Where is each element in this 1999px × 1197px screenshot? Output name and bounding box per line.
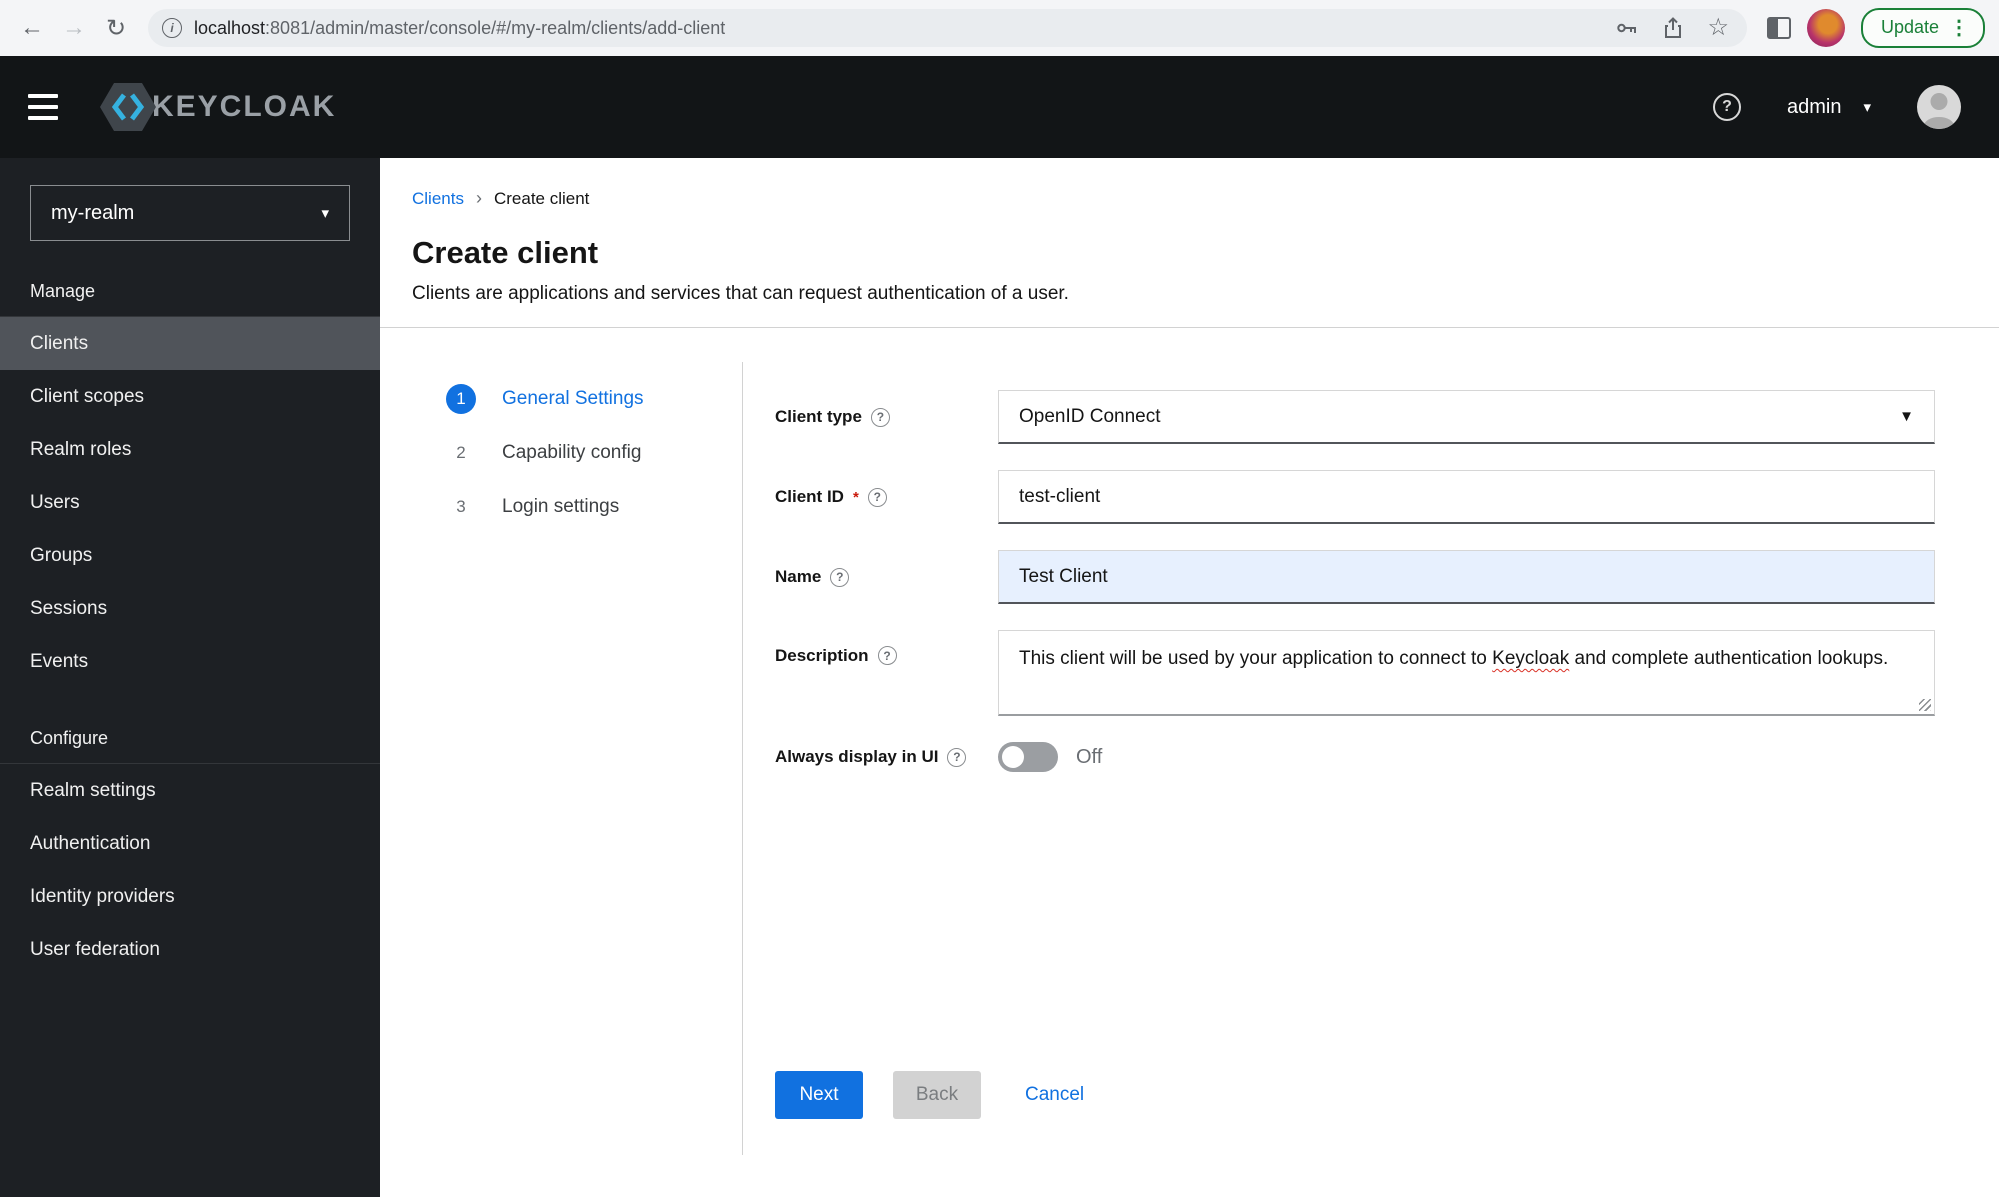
name-input[interactable] (998, 550, 1935, 604)
always-display-label: Always display in UI (775, 747, 939, 766)
sidebar-item-groups[interactable]: Groups (0, 529, 380, 582)
realm-name: my-realm (51, 201, 135, 224)
nav-toggle-button[interactable] (26, 90, 60, 124)
wizard-step-general-settings[interactable]: 1 General Settings (446, 384, 742, 414)
password-key-icon[interactable] (1615, 16, 1639, 40)
always-display-help-icon[interactable]: ? (947, 747, 967, 767)
breadcrumb-chevron-right-icon: › (475, 188, 482, 208)
browser-forward-icon[interactable]: → (56, 10, 92, 46)
always-display-state: Off (1076, 745, 1103, 768)
sidebar-item-events[interactable]: Events (0, 635, 380, 688)
site-info-icon[interactable]: i (162, 18, 182, 38)
browser-menu-dots-icon[interactable]: ⋮ (1949, 15, 1969, 40)
textarea-resize-handle-icon[interactable] (1919, 699, 1931, 711)
bookmark-star-icon[interactable]: ☆ (1707, 16, 1729, 40)
client-id-label: Client ID (775, 487, 844, 506)
description-label: Description (775, 646, 869, 665)
sidebar-item-realm-settings[interactable]: Realm settings (0, 764, 380, 817)
browser-back-icon[interactable]: ← (14, 10, 50, 46)
client-id-input[interactable] (998, 470, 1935, 524)
description-textarea[interactable]: This client will be used by your applica… (998, 630, 1935, 716)
url-host: localhost (194, 17, 266, 38)
next-button[interactable]: Next (775, 1071, 863, 1119)
description-text-1: This client will be used by your applica… (1019, 648, 1493, 669)
step-2-label: Capability config (502, 442, 642, 463)
realm-selector[interactable]: my-realm ▾ (30, 185, 350, 241)
page-header-divider (380, 327, 1999, 328)
browser-reload-icon[interactable]: ↻ (98, 10, 134, 46)
always-display-toggle[interactable] (998, 742, 1058, 772)
update-label: Update (1880, 17, 1939, 37)
sidebar-item-realm-roles[interactable]: Realm roles (0, 423, 380, 476)
sidebar-item-client-scopes[interactable]: Client scopes (0, 370, 380, 423)
wizard-steps-nav: 1 General Settings 2 Capability config 3… (380, 362, 742, 1155)
address-bar[interactable]: i localhost:8081/admin/master/console/#/… (148, 9, 1747, 47)
keycloak-wordmark: KEYCLOAK (152, 90, 337, 123)
sidebar-item-sessions[interactable]: Sessions (0, 582, 380, 635)
sidebar-section-configure: Configure (0, 688, 380, 764)
client-type-value: OpenID Connect (1019, 405, 1161, 427)
step-3-number: 3 (456, 497, 466, 516)
step-3-label: Login settings (502, 496, 620, 517)
back-button[interactable]: Back (893, 1071, 981, 1119)
sidebar-item-identity-providers[interactable]: Identity providers (0, 870, 380, 923)
select-caret-down-icon: ▼ (1899, 408, 1914, 425)
keycloak-logo-icon (100, 83, 156, 131)
description-text-spellcheck-word: Keycloak (1492, 648, 1570, 669)
wizard-step-login-settings[interactable]: 3 Login settings (446, 492, 742, 522)
keycloak-logo[interactable]: KEYCLOAK (100, 83, 336, 131)
sidebar: my-realm ▾ Manage Clients Client scopes … (0, 158, 380, 1197)
browser-update-button[interactable]: Update ⋮ (1860, 8, 1985, 48)
username: admin (1786, 95, 1842, 118)
breadcrumb: Clients › Create client (380, 188, 1999, 209)
help-icon[interactable]: ? (1712, 93, 1741, 121)
url-path: :8081/admin/master/console/#/my-realm/cl… (265, 17, 726, 38)
sidebar-item-authentication[interactable]: Authentication (0, 817, 380, 870)
sidebar-item-users[interactable]: Users (0, 476, 380, 529)
client-id-required-asterisk: * (852, 488, 859, 506)
user-avatar[interactable] (1917, 85, 1961, 129)
step-2-number: 2 (456, 443, 466, 462)
main-content: Clients › Create client Create client Cl… (380, 158, 1999, 1197)
sidebar-item-user-federation[interactable]: User federation (0, 923, 380, 976)
step-1-label: General Settings (502, 388, 644, 409)
sidebar-section-manage: Manage (0, 241, 380, 317)
browser-toolbar: ← → ↻ i localhost:8081/admin/master/cons… (0, 0, 1999, 56)
realm-caret-down-icon: ▾ (321, 205, 329, 222)
keycloak-masthead: KEYCLOAK ? admin ▾ (0, 56, 1999, 158)
client-id-help-icon[interactable]: ? (867, 487, 887, 507)
page-title: Create client (412, 235, 599, 270)
client-type-select[interactable]: OpenID Connect ▼ (998, 390, 1935, 444)
wizard-actions: Next Back Cancel (775, 1071, 1935, 1119)
user-caret-down-icon: ▾ (1863, 99, 1871, 116)
breadcrumb-clients-link[interactable]: Clients (412, 189, 464, 209)
description-text-2: and complete authentication lookups. (1569, 648, 1889, 669)
create-client-form: Client type ? OpenID Connect ▼ Client ID (742, 362, 1999, 1155)
page-subtitle: Clients are applications and services th… (412, 283, 1069, 304)
client-type-help-icon[interactable]: ? (870, 407, 890, 427)
user-dropdown[interactable]: admin ▾ (1787, 96, 1871, 119)
cancel-button[interactable]: Cancel (1025, 1084, 1084, 1106)
side-panel-icon[interactable] (1766, 17, 1791, 39)
breadcrumb-current: Create client (493, 188, 590, 208)
browser-profile-avatar[interactable] (1806, 9, 1845, 47)
wizard-step-capability-config[interactable]: 2 Capability config (446, 438, 742, 468)
name-help-icon[interactable]: ? (830, 567, 850, 587)
url-text: localhost:8081/admin/master/console/#/my… (194, 18, 725, 39)
share-icon[interactable] (1661, 16, 1685, 40)
description-help-icon[interactable]: ? (877, 646, 897, 665)
name-label: Name (775, 567, 822, 586)
sidebar-item-clients[interactable]: Clients (0, 317, 380, 370)
step-1-number: 1 (446, 384, 476, 414)
client-type-label: Client type (775, 407, 862, 426)
